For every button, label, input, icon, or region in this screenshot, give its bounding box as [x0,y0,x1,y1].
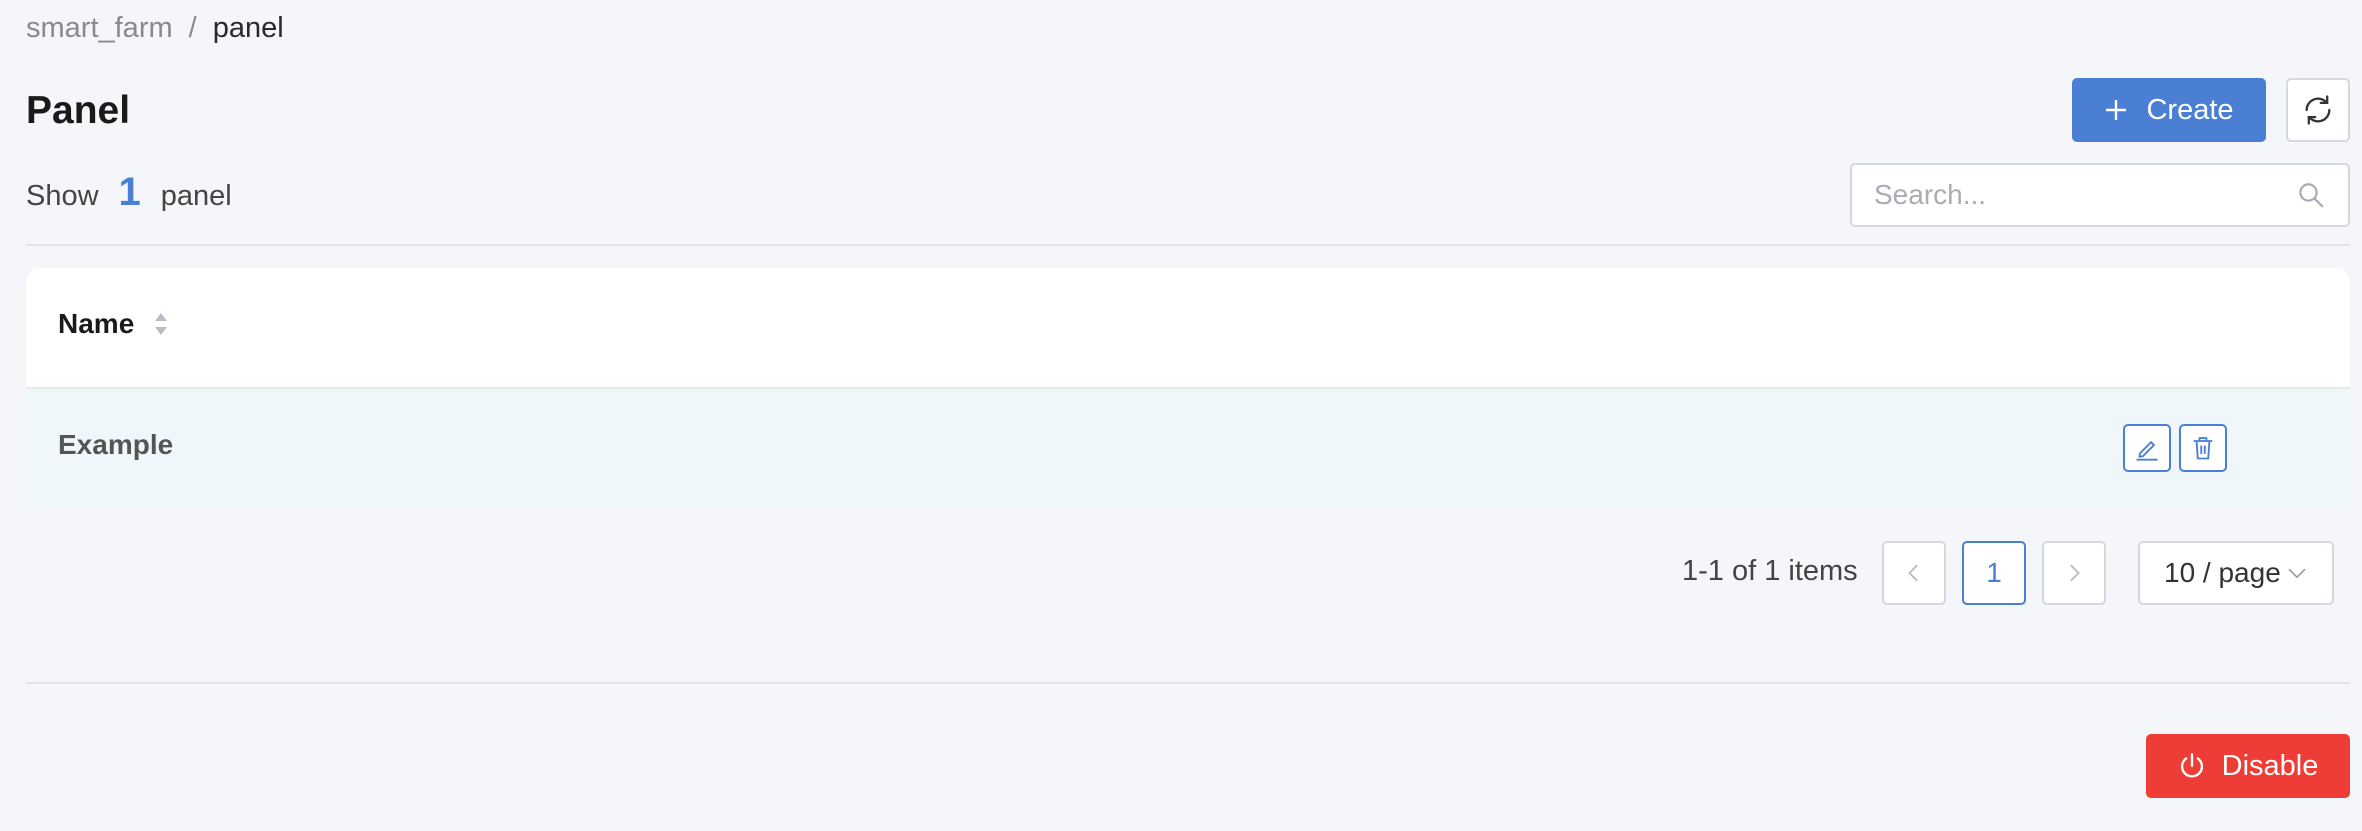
breadcrumb-separator: / [188,12,197,44]
page-size-select[interactable]: 10 / page [2138,541,2334,605]
panel-table: Name Example [26,268,2350,508]
disable-button[interactable]: Disable [2146,734,2350,798]
search-input[interactable] [1852,178,2296,212]
refresh-icon [2305,95,2331,125]
create-button[interactable]: Create [2072,78,2266,142]
breadcrumb-parent-link[interactable]: smart_farm [26,10,173,46]
item-count-summary: Show 1 panel [26,170,232,215]
page-number-button[interactable]: 1 [1962,541,2026,605]
breadcrumb-current: panel [212,12,284,44]
search-box [1850,163,2350,227]
divider [26,682,2350,684]
disable-button-label: Disable [2221,749,2319,782]
row-name-cell: Example [58,429,174,460]
item-count: 1 [118,170,141,214]
breadcrumb: smart_farm / panel [26,10,284,46]
item-unit-label: panel [160,180,232,212]
divider [26,244,2350,246]
chevron-left-icon [1908,564,1918,582]
show-label: Show [26,180,99,212]
pagination-info: 1-1 of 1 items [1682,555,1858,587]
sort-icon[interactable] [152,310,170,338]
next-page-button[interactable] [2042,541,2106,605]
page-size-value: 10 / page [2164,557,2281,588]
chevron-down-icon [2288,568,2306,579]
delete-button[interactable] [2179,424,2227,472]
column-header-label: Name [58,308,135,339]
column-header-name[interactable]: Name [58,308,170,340]
search-icon[interactable] [2296,180,2326,210]
refresh-button[interactable] [2286,78,2350,142]
page-title: Panel [26,89,131,132]
edit-button[interactable] [2123,424,2171,472]
trash-icon [2193,437,2213,460]
plus-icon [2106,100,2127,120]
power-icon [2180,753,2203,778]
create-button-label: Create [2146,93,2234,126]
chevron-right-icon [2070,564,2080,582]
edit-icon [2136,441,2158,461]
prev-page-button[interactable] [1882,541,1946,605]
table-row[interactable]: Example [26,389,2350,508]
table-header: Name [26,268,2350,389]
